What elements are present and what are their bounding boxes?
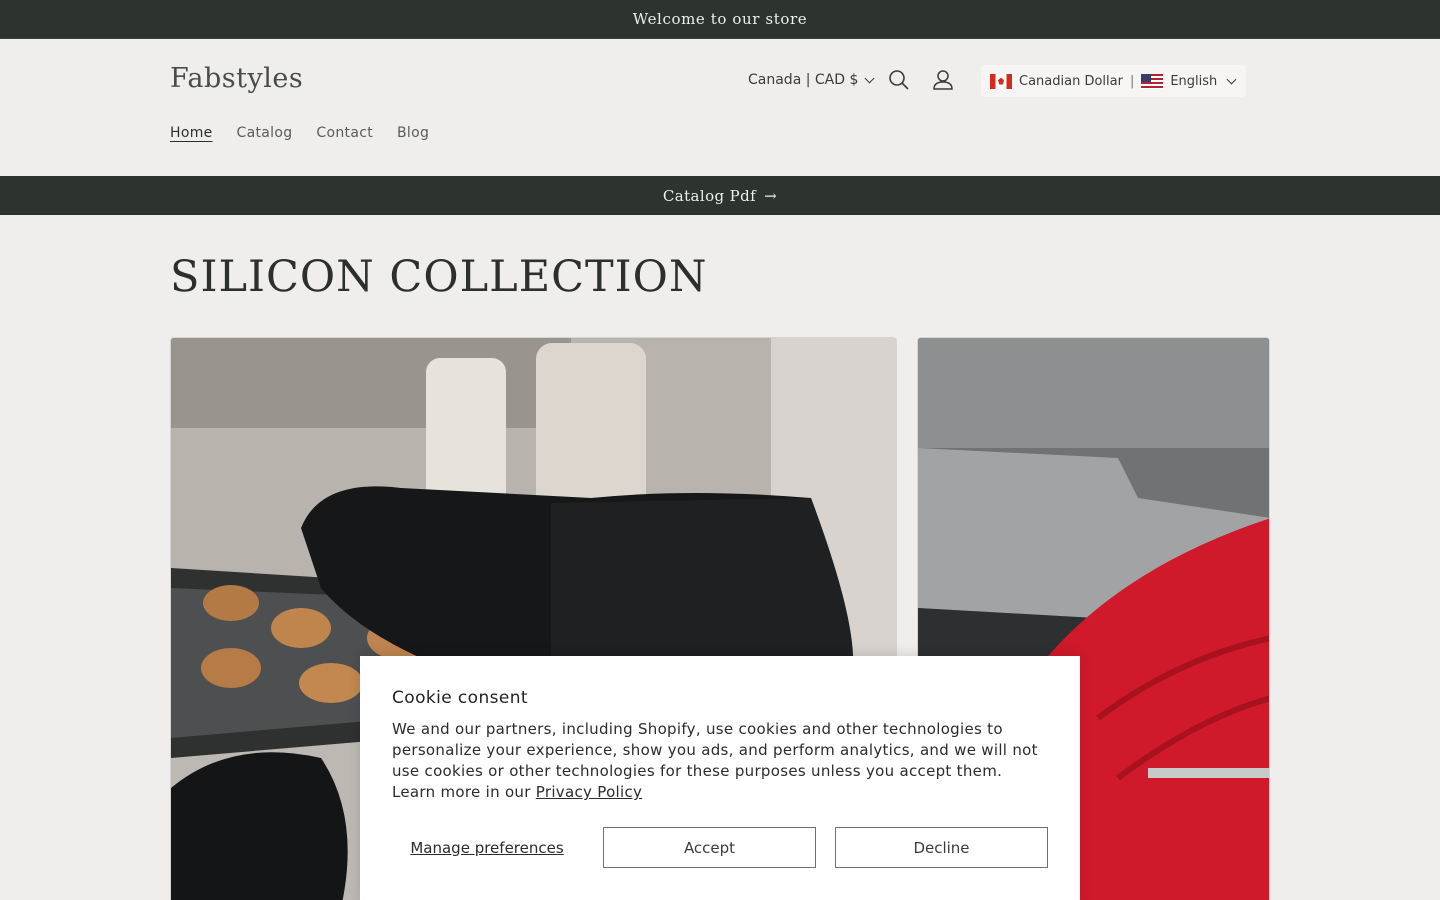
collection-title: SILICON COLLECTION xyxy=(170,252,708,302)
nav-link-home[interactable]: Home xyxy=(170,125,213,141)
announcement-bar: Welcome to our store xyxy=(0,0,1440,39)
cookie-title: Cookie consent xyxy=(392,688,528,708)
arrow-right-icon: → xyxy=(764,186,778,205)
chevron-down-icon xyxy=(1226,74,1237,84)
main-nav: Home Catalog Contact Blog xyxy=(170,125,429,141)
manage-preferences-link[interactable]: Manage preferences xyxy=(392,827,582,868)
search-icon xyxy=(889,70,909,90)
announcement-text: Welcome to our store xyxy=(632,10,808,28)
country-selector-label: Canada | CAD $ xyxy=(748,72,859,88)
store-logo[interactable]: Fabstyles xyxy=(170,63,303,94)
accept-button[interactable]: Accept xyxy=(603,827,816,868)
cookie-actions: Manage preferences Accept Decline xyxy=(392,827,1048,868)
site-header: Fabstyles Home Catalog Contact Blog Cana… xyxy=(0,39,1440,176)
privacy-policy-link[interactable]: Privacy Policy xyxy=(536,783,642,801)
cookie-consent-banner: Cookie consent We and our partners, incl… xyxy=(360,656,1080,900)
separator: | xyxy=(1129,73,1135,89)
language-label: English xyxy=(1170,73,1218,89)
user-icon xyxy=(933,70,953,90)
cookie-body: We and our partners, including Shopify, … xyxy=(392,719,1048,803)
nav-link-catalog[interactable]: Catalog xyxy=(237,125,293,141)
canada-flag-icon xyxy=(990,73,1012,89)
nav-link-blog[interactable]: Blog xyxy=(397,125,429,141)
chevron-down-icon xyxy=(864,73,875,83)
us-flag-icon xyxy=(1141,73,1164,89)
currency-label: Canadian Dollar xyxy=(1019,73,1123,89)
currency-language-selector[interactable]: Canadian Dollar | English xyxy=(981,65,1246,97)
search-button[interactable] xyxy=(886,67,912,93)
country-selector[interactable]: Canada | CAD $ xyxy=(748,72,875,88)
catalog-pdf-link[interactable]: Catalog Pdf → xyxy=(0,176,1440,215)
catalog-pdf-label: Catalog Pdf xyxy=(662,186,757,205)
account-button[interactable] xyxy=(930,67,956,93)
nav-link-contact[interactable]: Contact xyxy=(316,125,373,141)
decline-button[interactable]: Decline xyxy=(835,827,1048,868)
cookie-body-text: We and our partners, including Shopify, … xyxy=(392,720,1038,801)
